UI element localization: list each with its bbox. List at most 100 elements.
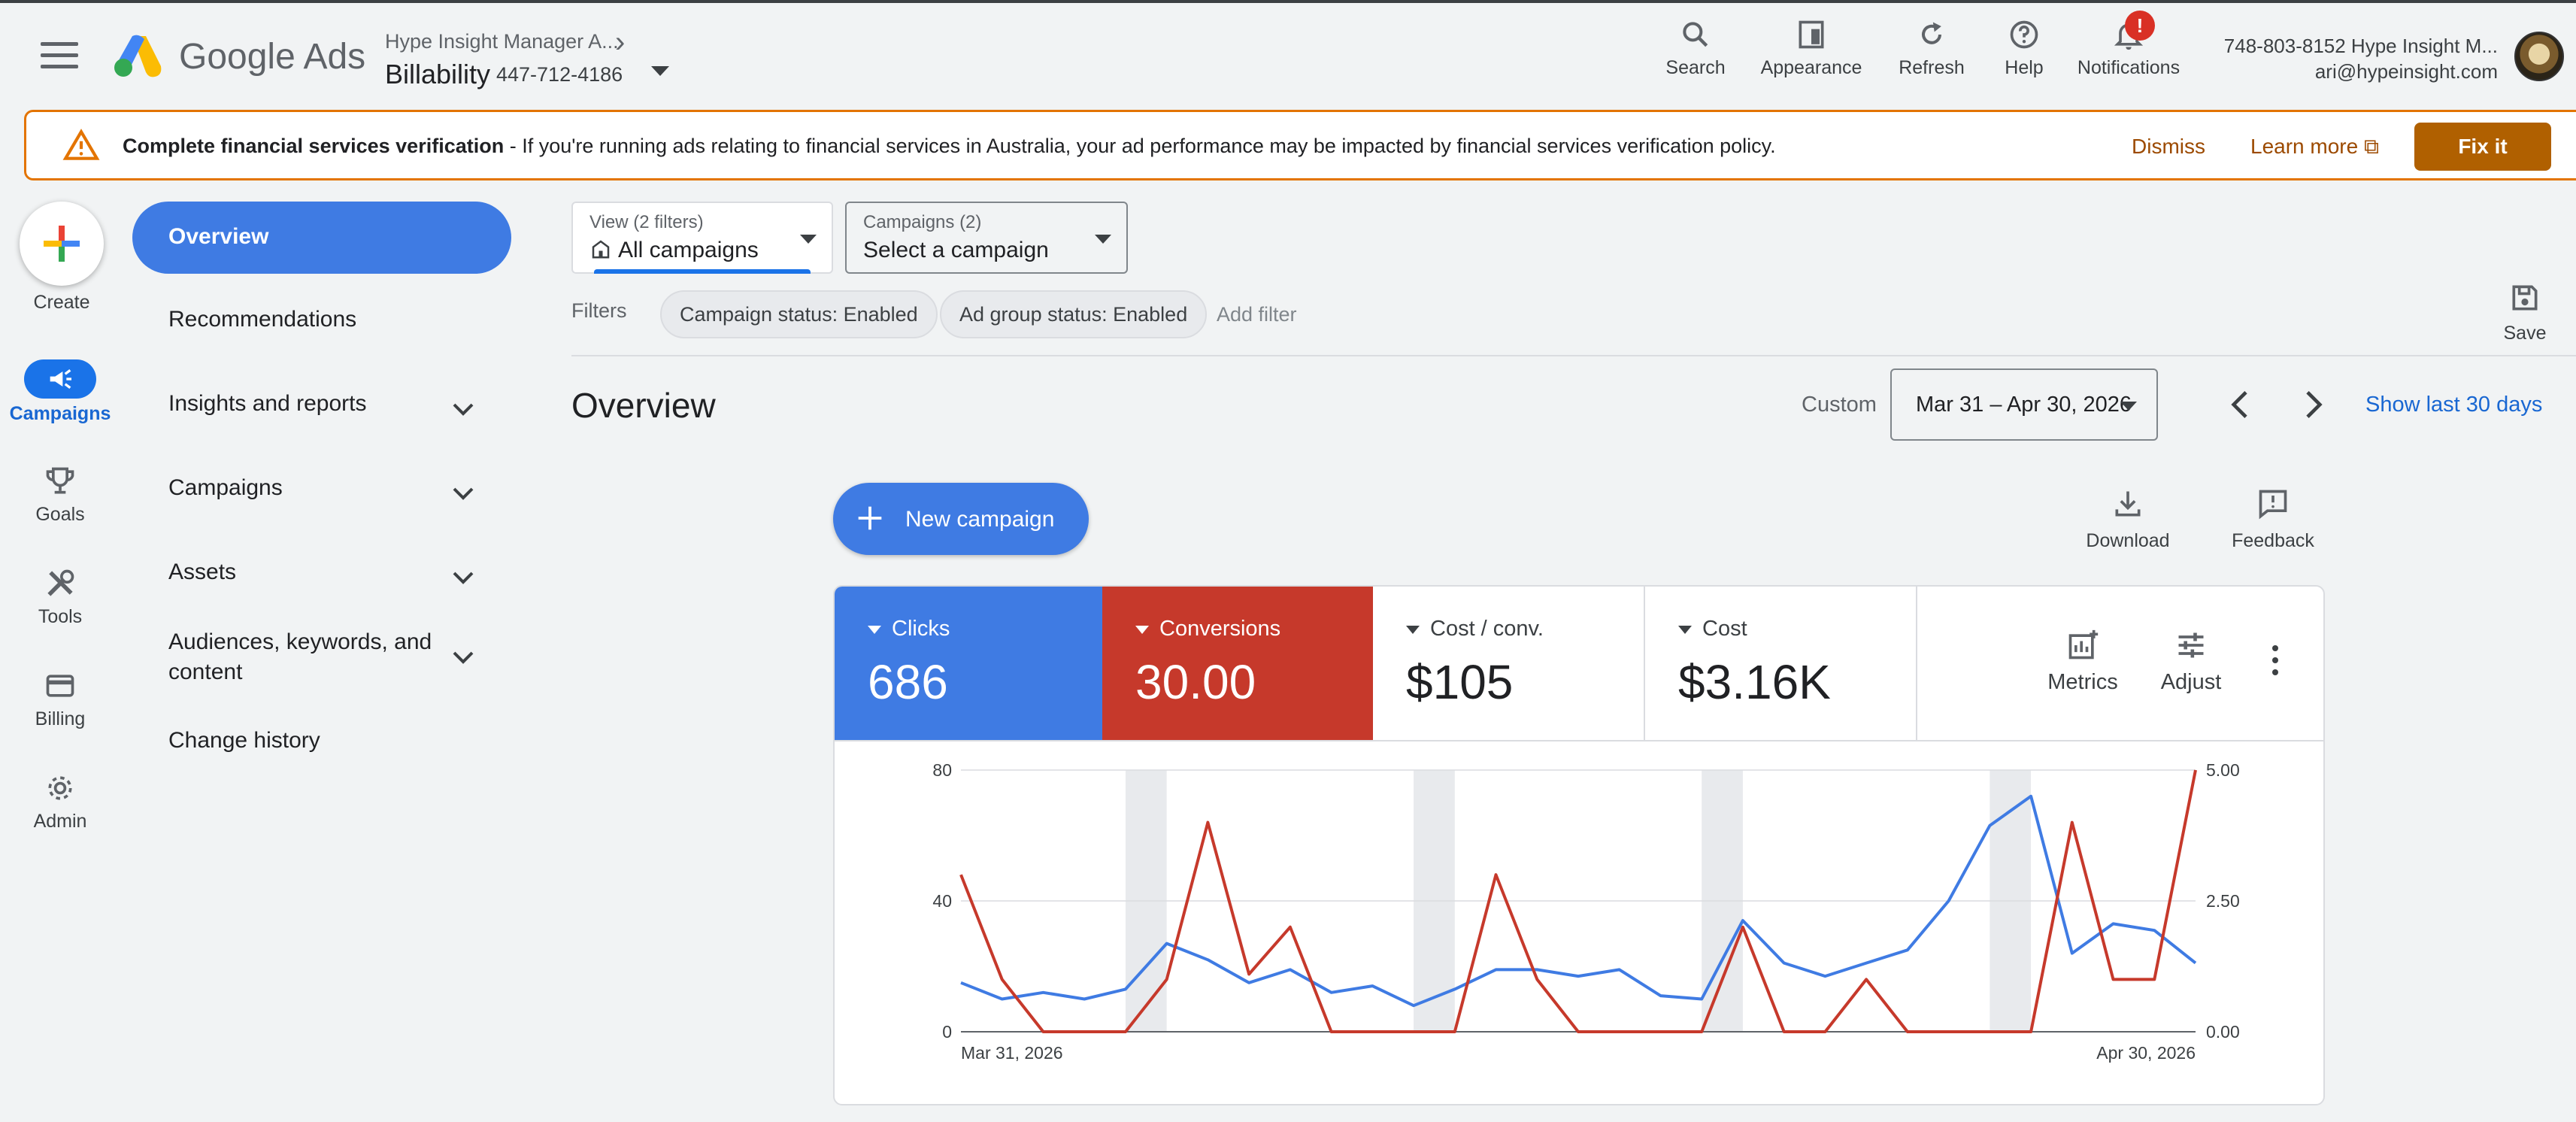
scorecard-label: Clicks bbox=[892, 617, 950, 641]
scorecard-conversions[interactable]: Conversions 30.00 bbox=[1102, 587, 1373, 740]
search-icon bbox=[1683, 22, 1708, 47]
view-selector-indicator bbox=[594, 269, 811, 274]
y-right-tick-label: 0.00 bbox=[2206, 1022, 2240, 1042]
chevron-down-icon bbox=[453, 487, 474, 500]
dropdown-icon bbox=[1095, 235, 1111, 244]
rail-item-goals[interactable]: Goals bbox=[0, 460, 120, 526]
nav-item-overview[interactable]: Overview bbox=[132, 202, 511, 274]
account-dropdown-icon[interactable] bbox=[651, 66, 669, 76]
dropdown-icon bbox=[1406, 625, 1420, 634]
save-icon bbox=[2512, 285, 2538, 311]
nav-item-assets[interactable]: Assets bbox=[132, 559, 511, 590]
nav-item-audiences[interactable]: Audiences, keywords, and content bbox=[132, 627, 511, 687]
save-button[interactable]: Save bbox=[2495, 281, 2555, 344]
account-id: 447-712-4186 bbox=[496, 63, 623, 86]
show-last-30-days-link[interactable]: Show last 30 days bbox=[2365, 393, 2542, 417]
view-selector[interactable]: View (2 filters) All campaigns bbox=[571, 202, 833, 274]
help-button[interactable]: Help bbox=[1991, 18, 2057, 87]
chevron-down-icon bbox=[453, 572, 474, 584]
scorecard-cost[interactable]: Cost $3.16K bbox=[1645, 587, 1917, 740]
appearance-icon bbox=[1799, 20, 1824, 49]
new-campaign-button[interactable]: New campaign bbox=[833, 483, 1089, 555]
notifications-button[interactable]: ! Notifications bbox=[2072, 11, 2185, 87]
page-title: Overview bbox=[571, 386, 716, 425]
download-button[interactable]: Download bbox=[2083, 487, 2173, 552]
banner-title: Complete financial services verification bbox=[123, 135, 505, 157]
scorecard-value: 686 bbox=[868, 655, 948, 709]
feedback-icon bbox=[2259, 490, 2287, 520]
previous-period-icon[interactable] bbox=[2220, 384, 2262, 426]
performance-card: Clicks 686 Conversions 30.00 Cost / conv… bbox=[833, 585, 2325, 1105]
create-label: Create bbox=[33, 292, 90, 313]
brand-name: Google Ads bbox=[179, 37, 366, 77]
appearance-button[interactable]: Appearance bbox=[1756, 18, 1866, 87]
add-filter-button[interactable]: Add filter bbox=[1217, 303, 1297, 326]
notification-badge: ! bbox=[2125, 11, 2155, 41]
manager-account-name[interactable]: Hype Insight Manager A... bbox=[385, 30, 619, 53]
x-tick-label-end: Apr 30, 2026 bbox=[2096, 1043, 2196, 1063]
create-button[interactable] bbox=[20, 202, 104, 286]
scorecard-value: 30.00 bbox=[1135, 655, 1256, 709]
user-email[interactable]: ari@hypeinsight.com bbox=[2315, 60, 2498, 83]
gear-icon bbox=[48, 776, 72, 800]
date-range-picker[interactable]: Mar 31 – Apr 30, 2026 bbox=[1890, 368, 2158, 441]
nav-item-campaigns[interactable]: Campaigns bbox=[132, 475, 511, 505]
help-icon bbox=[2010, 20, 2038, 49]
rail-item-tools[interactable]: Tools bbox=[0, 563, 120, 628]
rail-item-admin[interactable]: Admin bbox=[0, 767, 120, 832]
sliders-icon bbox=[2178, 632, 2204, 658]
scorecard-label: Cost bbox=[1702, 617, 1747, 641]
scorecard-clicks[interactable]: Clicks 686 bbox=[835, 587, 1102, 740]
learn-more-link[interactable]: Learn more ⧉ bbox=[2250, 135, 2379, 159]
more-options-icon[interactable] bbox=[2268, 645, 2283, 681]
campaign-selector[interactable]: Campaigns (2) Select a campaign bbox=[845, 202, 1128, 274]
campaign-selector-value: Select a campaign bbox=[863, 238, 1049, 262]
dismiss-button[interactable]: Dismiss bbox=[2132, 135, 2205, 159]
building-icon bbox=[592, 240, 610, 259]
search-button[interactable]: Search bbox=[1662, 18, 1729, 87]
plus-icon bbox=[858, 506, 882, 530]
metrics-icon bbox=[2068, 629, 2099, 660]
main-menu-icon[interactable] bbox=[41, 42, 78, 72]
scorecard-value: $105 bbox=[1406, 655, 1514, 709]
refresh-button[interactable]: Refresh bbox=[1898, 18, 1965, 87]
adjust-button[interactable]: Adjust bbox=[2152, 629, 2230, 695]
chevron-right-icon[interactable]: › bbox=[615, 26, 625, 59]
avatar[interactable] bbox=[2514, 32, 2564, 81]
scorecard-cost-per-conversion[interactable]: Cost / conv. $105 bbox=[1373, 587, 1645, 740]
download-icon bbox=[2115, 491, 2141, 517]
google-ads-logo bbox=[114, 35, 162, 77]
rail-item-billing[interactable]: Billing bbox=[0, 665, 120, 730]
megaphone-icon bbox=[50, 369, 71, 389]
dropdown-icon bbox=[868, 625, 881, 634]
filter-chip-ad-group-status[interactable]: Ad group status: Enabled bbox=[940, 290, 1208, 338]
metrics-button[interactable]: Metrics bbox=[2038, 629, 2128, 695]
nav-item-recommendations[interactable]: Recommendations bbox=[132, 307, 511, 337]
fix-it-button[interactable]: Fix it bbox=[2414, 123, 2551, 171]
dropdown-icon bbox=[1678, 625, 1692, 634]
feedback-button[interactable]: Feedback bbox=[2227, 487, 2319, 552]
rail-item-campaigns[interactable]: Campaigns bbox=[0, 359, 120, 425]
user-account-line[interactable]: 748-803-8152 Hype Insight M... bbox=[2224, 35, 2498, 58]
scorecard-value: $3.16K bbox=[1678, 655, 1831, 709]
nav-item-change-history[interactable]: Change history bbox=[132, 728, 511, 758]
warning-icon bbox=[62, 129, 100, 160]
plus-icon bbox=[44, 226, 80, 262]
y-left-tick-label: 0 bbox=[942, 1022, 952, 1042]
filter-chip-campaign-status[interactable]: Campaign status: Enabled bbox=[660, 290, 938, 338]
nav-item-insights-and-reports[interactable]: Insights and reports bbox=[132, 391, 511, 421]
chevron-down-icon bbox=[453, 651, 474, 664]
account-name[interactable]: Billability bbox=[385, 59, 490, 90]
dropdown-icon bbox=[800, 235, 817, 244]
banner-text: - If you're running ads relating to fina… bbox=[504, 135, 1776, 157]
date-range-type: Custom bbox=[1802, 393, 1877, 417]
dropdown-icon bbox=[2120, 402, 2137, 411]
y-left-tick-label: 80 bbox=[932, 760, 952, 780]
view-selector-value: All campaigns bbox=[589, 238, 759, 263]
external-link-icon: ⧉ bbox=[2363, 135, 2379, 158]
toolbar-divider bbox=[571, 355, 2576, 356]
scorecard-label: Cost / conv. bbox=[1430, 617, 1544, 641]
trophy-icon bbox=[46, 467, 74, 494]
y-left-tick-label: 40 bbox=[932, 891, 952, 911]
next-period-icon[interactable] bbox=[2292, 384, 2334, 426]
